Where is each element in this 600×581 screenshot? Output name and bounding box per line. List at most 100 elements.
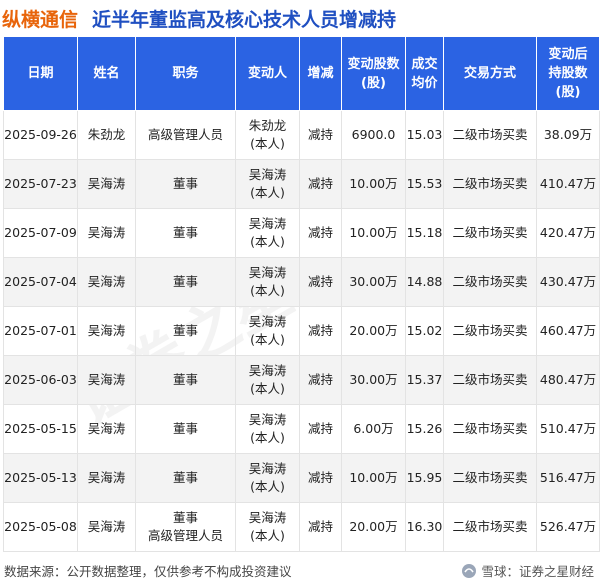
cell-changer: 吴海涛 (本人) [235, 257, 300, 307]
cell-name: 吴海涛 [77, 355, 136, 405]
table-row: 2025-09-26 朱劲龙 高级管理人员 朱劲龙 (本人) 减持 6900.0 15.03 二… [3, 110, 600, 160]
data-source-note: 数据来源：公开数据整理，仅供参考不构成投资建议 [4, 564, 292, 579]
cell-name: 吴海涛 [77, 306, 136, 356]
table-row: 2025-05-15 吴海涛 董事 吴海涛 (本人) 减持 6.00万 15.26 二级市场买卖… [3, 404, 600, 454]
cell-method: 二级市场买卖 [443, 208, 537, 258]
table-row: 2025-07-04 吴海涛 董事 吴海涛 (本人) 减持 30.00万 14.88 二级市场买… [3, 257, 600, 307]
cell-after: 480.47万 [536, 355, 600, 405]
cell-position: 董事 [135, 257, 236, 307]
cell-method: 二级市场买卖 [443, 306, 537, 356]
cell-name: 吴海涛 [77, 453, 136, 503]
cell-changer-line: 吴海涛 [248, 216, 287, 231]
col-position: 职务 [135, 36, 236, 111]
cell-position-line: 高级管理人员 [147, 127, 223, 142]
cell-changer-line: (本人) [250, 332, 285, 347]
cell-method: 二级市场买卖 [443, 502, 537, 552]
page-title: 近半年董监高及核心技术人员增减持 [92, 8, 397, 31]
cell-position-line: 董事 [172, 225, 198, 240]
cell-method: 二级市场买卖 [443, 257, 537, 307]
holdings-table: 日期 姓名 职务 变动人 增减 变动股数 (股) 成交 均价 交易方式 变动后 … [3, 36, 600, 552]
cell-changer-line: 朱劲龙 [248, 118, 287, 133]
cell-position: 董事 [135, 404, 236, 454]
cell-position: 董事 [135, 208, 236, 258]
cell-changer-line: (本人) [250, 528, 285, 543]
table-body: 2025-09-26 朱劲龙 高级管理人员 朱劲龙 (本人) 减持 6900.0 15.03 二… [3, 110, 600, 552]
col-changer: 变动人 [235, 36, 300, 111]
table-row: 2025-07-09 吴海涛 董事 吴海涛 (本人) 减持 10.00万 15.18 二级市场买… [3, 208, 600, 258]
cell-shares: 20.00万 [341, 502, 406, 552]
col-shares-line2: (股) [361, 75, 386, 91]
cell-position-line: 董事 [172, 470, 198, 485]
cell-changer-line: (本人) [250, 430, 285, 445]
cell-position-line: 董事 [172, 323, 198, 338]
cell-changer: 吴海涛 (本人) [235, 453, 300, 503]
cell-changer-line: (本人) [250, 283, 285, 298]
cell-date: 2025-05-15 [3, 404, 78, 454]
cell-avg-price: 15.37 [405, 355, 444, 405]
snowball-icon [462, 563, 477, 578]
cell-date: 2025-07-23 [3, 159, 78, 209]
col-method: 交易方式 [443, 36, 537, 111]
cell-shares: 6.00万 [341, 404, 406, 454]
cell-name: 朱劲龙 [77, 110, 136, 160]
cell-after: 510.47万 [536, 404, 600, 454]
cell-changer-line: (本人) [250, 136, 285, 151]
cell-method: 二级市场买卖 [443, 355, 537, 405]
cell-changer-line: 吴海涛 [248, 510, 287, 525]
cell-changer: 吴海涛 (本人) [235, 355, 300, 405]
cell-position: 董事 [135, 159, 236, 209]
brand: 雪球：证券之星财经 [461, 561, 594, 580]
cell-avg-price: 15.95 [405, 453, 444, 503]
cell-shares: 10.00万 [341, 159, 406, 209]
table-row: 2025-05-13 吴海涛 董事 吴海涛 (本人) 减持 10.00万 15.95 二级市场买… [3, 453, 600, 503]
cell-avg-price: 16.30 [405, 502, 444, 552]
footer: 数据来源：公开数据整理，仅供参考不构成投资建议 雪球：证券之星财经 [0, 560, 600, 581]
cell-changer-line: (本人) [250, 381, 285, 396]
cell-method: 二级市场买卖 [443, 404, 537, 454]
cell-changer-line: 吴海涛 [248, 314, 287, 329]
col-shares-line1: 变动股数 [347, 56, 400, 72]
col-after-line2: 持股数 [548, 66, 588, 81]
cell-date: 2025-09-26 [3, 110, 78, 160]
cell-position-line: 董事 [172, 510, 198, 525]
cell-changer: 吴海涛 (本人) [235, 159, 300, 209]
cell-position: 董事 高级管理人员 [135, 502, 236, 552]
cell-position-line: 董事 [172, 421, 198, 436]
cell-name: 吴海涛 [77, 257, 136, 307]
cell-direction: 减持 [299, 355, 342, 405]
cell-method: 二级市场买卖 [443, 110, 537, 160]
cell-date: 2025-07-01 [3, 306, 78, 356]
cell-changer: 吴海涛 (本人) [235, 404, 300, 454]
col-after-line1: 变动后 [548, 47, 588, 62]
cell-changer-line: (本人) [250, 185, 285, 200]
cell-changer-line: 吴海涛 [248, 363, 287, 378]
cell-direction: 减持 [299, 502, 342, 552]
cell-direction: 减持 [299, 404, 342, 454]
cell-name: 吴海涛 [77, 208, 136, 258]
cell-changer: 朱劲龙 (本人) [235, 110, 300, 160]
cell-shares: 10.00万 [341, 453, 406, 503]
cell-avg-price: 15.03 [405, 110, 444, 160]
cell-after: 516.47万 [536, 453, 600, 503]
cell-changer-line: 吴海涛 [248, 461, 287, 476]
cell-shares: 20.00万 [341, 306, 406, 356]
cell-avg-price: 15.18 [405, 208, 444, 258]
cell-changer: 吴海涛 (本人) [235, 502, 300, 552]
col-avg-price: 成交 均价 [405, 36, 444, 111]
cell-changer-line: 吴海涛 [248, 412, 287, 427]
cell-position-line: 董事 [172, 372, 198, 387]
cell-position-line: 高级管理人员 [147, 528, 223, 543]
cell-changer-line: 吴海涛 [248, 265, 287, 280]
cell-changer: 吴海涛 (本人) [235, 306, 300, 356]
col-avg-price-line2: 均价 [411, 75, 438, 91]
cell-after: 430.47万 [536, 257, 600, 307]
cell-date: 2025-05-13 [3, 453, 78, 503]
cell-position: 董事 [135, 355, 236, 405]
table-row: 2025-06-03 吴海涛 董事 吴海涛 (本人) 减持 30.00万 15.37 二级市场买… [3, 355, 600, 405]
cell-method: 二级市场买卖 [443, 159, 537, 209]
col-shares: 变动股数 (股) [341, 36, 406, 111]
cell-avg-price: 14.88 [405, 257, 444, 307]
cell-shares: 10.00万 [341, 208, 406, 258]
cell-name: 吴海涛 [77, 502, 136, 552]
col-avg-price-line1: 成交 [411, 56, 438, 72]
